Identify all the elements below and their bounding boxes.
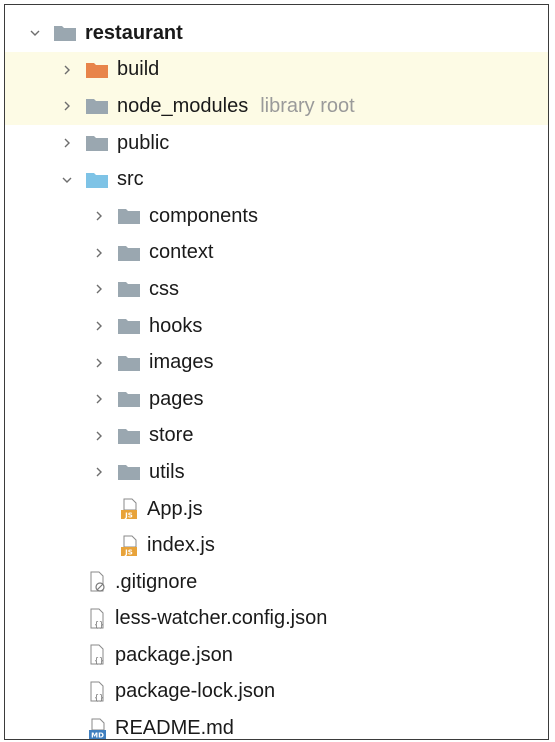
chevron-right-icon[interactable]: [57, 96, 77, 116]
tree-row-less-watcher-config[interactable]: {} less-watcher.config.json: [5, 601, 548, 638]
folder-icon: [117, 279, 143, 299]
folder-icon: [117, 462, 143, 482]
ignore-file-icon: [87, 571, 109, 593]
chevron-right-icon[interactable]: [89, 316, 109, 336]
tree-label: components: [149, 204, 258, 227]
library-root-hint: library root: [260, 94, 355, 117]
folder-icon: [117, 353, 143, 373]
tree-label: pages: [149, 387, 204, 410]
tree-row-src[interactable]: src: [5, 161, 548, 198]
excluded-folder-icon: [85, 60, 111, 80]
svg-text:JS: JS: [124, 512, 133, 520]
chevron-right-icon[interactable]: [89, 206, 109, 226]
tree-row-context[interactable]: context: [5, 235, 548, 272]
svg-text:{}: {}: [94, 693, 104, 702]
chevron-right-icon[interactable]: [89, 353, 109, 373]
tree-label: hooks: [149, 314, 203, 337]
chevron-right-icon[interactable]: [89, 426, 109, 446]
json-file-icon: {}: [87, 608, 109, 630]
tree-row-utils[interactable]: utils: [5, 454, 548, 491]
chevron-down-icon[interactable]: [57, 170, 77, 190]
project-tree: restaurant build node_modules library ro…: [5, 15, 548, 740]
tree-label: restaurant: [85, 21, 183, 44]
tree-label: context: [149, 241, 214, 264]
tree-label: package.json: [115, 643, 233, 666]
folder-icon: [117, 206, 143, 226]
tree-row-images[interactable]: images: [5, 344, 548, 381]
chevron-right-icon[interactable]: [57, 60, 77, 80]
svg-text:{}: {}: [94, 620, 104, 629]
tree-row-restaurant[interactable]: restaurant: [5, 15, 548, 52]
tree-label: README.md: [115, 717, 234, 740]
json-file-icon: {}: [87, 681, 109, 703]
tree-label: less-watcher.config.json: [115, 607, 328, 630]
json-file-icon: {}: [87, 644, 109, 666]
tree-label: utils: [149, 460, 185, 483]
folder-icon: [85, 96, 111, 116]
tree-row-build[interactable]: build: [5, 51, 548, 89]
tree-row-readme[interactable]: MD README.md: [5, 710, 548, 740]
project-tree-panel: restaurant build node_modules library ro…: [4, 4, 549, 740]
chevron-right-icon[interactable]: [89, 389, 109, 409]
tree-label: store: [149, 424, 194, 447]
tree-row-store[interactable]: store: [5, 418, 548, 455]
folder-icon: [117, 426, 143, 446]
chevron-right-icon[interactable]: [89, 279, 109, 299]
folder-icon: [53, 23, 79, 43]
tree-row-package-json[interactable]: {} package.json: [5, 637, 548, 674]
svg-text:{}: {}: [94, 656, 104, 665]
tree-label: images: [149, 351, 214, 374]
chevron-down-icon[interactable]: [25, 23, 45, 43]
chevron-right-icon[interactable]: [57, 133, 77, 153]
tree-label: css: [149, 277, 179, 300]
tree-label: .gitignore: [115, 570, 198, 593]
tree-row-public[interactable]: public: [5, 125, 548, 162]
tree-row-package-lock-json[interactable]: {} package-lock.json: [5, 674, 548, 711]
folder-icon: [85, 133, 111, 153]
js-file-icon: JS: [119, 498, 141, 520]
tree-label: src: [117, 168, 144, 191]
chevron-right-icon[interactable]: [89, 243, 109, 263]
tree-row-pages[interactable]: pages: [5, 381, 548, 418]
folder-icon: [117, 243, 143, 263]
tree-label: index.js: [147, 534, 215, 557]
markdown-file-icon: MD: [87, 718, 109, 739]
tree-label: build: [117, 58, 160, 81]
folder-icon: [117, 389, 143, 409]
tree-row-components[interactable]: components: [5, 198, 548, 235]
folder-icon: [117, 316, 143, 336]
tree-row-node-modules[interactable]: node_modules library root: [5, 88, 548, 125]
tree-row-index-js[interactable]: JS index.js: [5, 527, 548, 564]
svg-text:MD: MD: [91, 731, 104, 739]
chevron-right-icon[interactable]: [89, 462, 109, 482]
js-file-icon: JS: [119, 535, 141, 557]
tree-row-hooks[interactable]: hooks: [5, 308, 548, 345]
tree-label: public: [117, 131, 170, 154]
tree-row-app-js[interactable]: JS App.js: [5, 491, 548, 528]
source-folder-icon: [85, 170, 111, 190]
tree-label: package-lock.json: [115, 680, 276, 703]
tree-label: node_modules: [117, 94, 249, 117]
svg-text:JS: JS: [124, 548, 133, 556]
tree-label: App.js: [147, 497, 203, 520]
tree-row-css[interactable]: css: [5, 271, 548, 308]
tree-row-gitignore[interactable]: .gitignore: [5, 564, 548, 601]
